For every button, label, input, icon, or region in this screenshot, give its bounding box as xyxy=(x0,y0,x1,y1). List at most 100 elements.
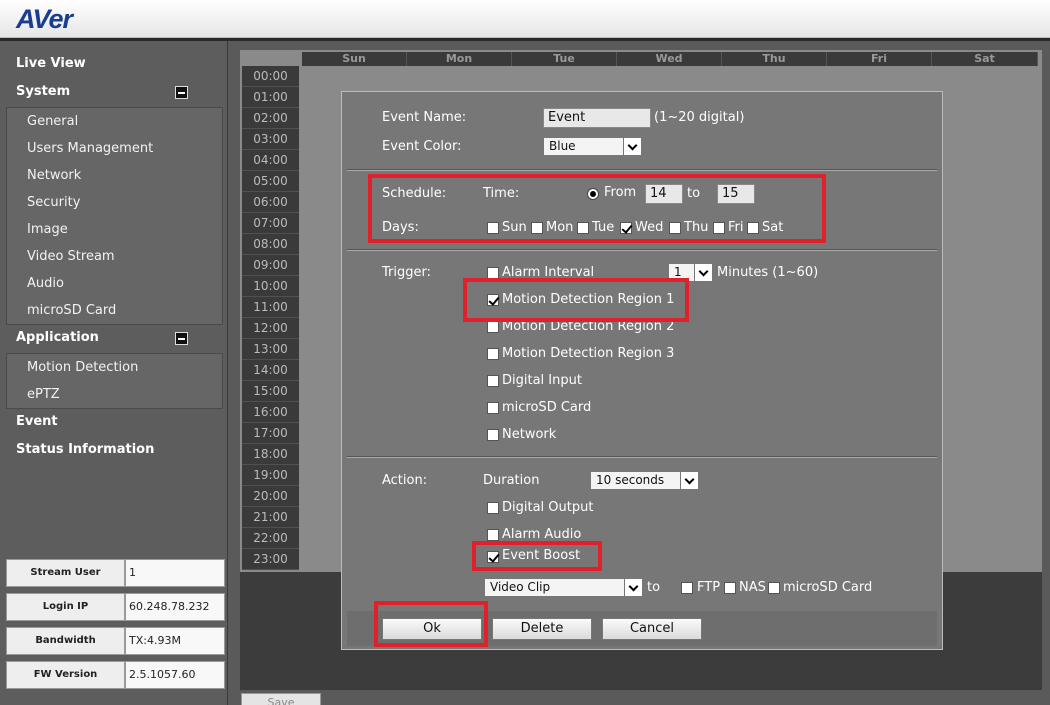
collapse-application-icon[interactable] xyxy=(175,332,188,345)
day-wed-checkbox[interactable] xyxy=(620,222,632,234)
day-tue-checkbox[interactable] xyxy=(577,222,589,234)
header-bar: AVer xyxy=(0,0,1050,38)
info-value: 2.5.1057.60 xyxy=(125,661,225,689)
save-button[interactable]: Save xyxy=(241,693,321,705)
info-value: 60.248.78.232 xyxy=(125,593,225,621)
time-label: Time: xyxy=(483,186,520,201)
info-value: 1 xyxy=(125,559,225,587)
day-fri-checkbox[interactable] xyxy=(713,222,725,234)
dest-ftp-checkbox[interactable] xyxy=(681,582,693,594)
from-hour-input[interactable]: 14 xyxy=(645,184,683,204)
nav-general[interactable]: General xyxy=(7,108,222,135)
hour-label: 14:00 xyxy=(242,360,299,381)
trigger-label: Trigger: xyxy=(382,265,431,280)
hour-label: 19:00 xyxy=(242,465,299,486)
divider xyxy=(347,169,937,171)
day-sun-checkbox[interactable] xyxy=(487,222,499,234)
event-color-select[interactable]: Blue xyxy=(543,137,642,156)
system-submenu: General Users Management Network Securit… xyxy=(6,107,223,325)
hour-label: 03:00 xyxy=(242,129,299,150)
alarm-interval-select[interactable]: 1 xyxy=(668,263,713,282)
day-header: Thu xyxy=(722,52,827,66)
nav-live-view[interactable]: Live View xyxy=(16,56,86,71)
alarm-interval-checkbox[interactable] xyxy=(487,267,499,279)
hour-label: 07:00 xyxy=(242,213,299,234)
ok-button[interactable]: Ok xyxy=(382,618,482,640)
from-radio[interactable] xyxy=(587,188,599,200)
info-row-login-ip: Login IP 60.248.78.232 xyxy=(4,591,226,623)
nav-system[interactable]: System xyxy=(16,84,70,99)
clip-type-select[interactable]: Video Clip xyxy=(484,578,643,597)
trigger-motion-region-1-checkbox[interactable] xyxy=(487,294,499,306)
from-label: From xyxy=(604,185,637,200)
nav-security[interactable]: Security xyxy=(7,189,222,216)
event-name-hint: (1~20 digital) xyxy=(654,110,745,125)
hour-label: 22:00 xyxy=(242,528,299,549)
hour-label: 11:00 xyxy=(242,297,299,318)
schedule-label: Schedule: xyxy=(382,186,447,201)
collapse-system-icon[interactable] xyxy=(175,86,188,99)
day-label: Thu xyxy=(684,220,709,235)
nav-video-stream[interactable]: Video Stream xyxy=(7,243,222,270)
delete-button[interactable]: Delete xyxy=(492,618,592,640)
day-mon-checkbox[interactable] xyxy=(531,222,543,234)
action-digital-output-checkbox[interactable] xyxy=(487,502,499,514)
info-row-fw-version: FW Version 2.5.1057.60 xyxy=(4,659,226,691)
hour-label: 04:00 xyxy=(242,150,299,171)
day-header: Tue xyxy=(512,52,617,66)
trigger-label-text: microSD Card xyxy=(502,400,592,415)
chevron-down-icon xyxy=(694,264,712,281)
to-hour-input[interactable]: 15 xyxy=(717,184,755,204)
nav-microsd-card[interactable]: microSD Card xyxy=(7,297,222,324)
divider xyxy=(347,249,937,251)
nav-audio[interactable]: Audio xyxy=(7,270,222,297)
nav-application[interactable]: Application xyxy=(16,330,99,345)
alarm-interval-value: 1 xyxy=(674,265,682,279)
duration-select[interactable]: 10 seconds xyxy=(590,471,699,490)
hour-label: 02:00 xyxy=(242,108,299,129)
hour-label: 08:00 xyxy=(242,234,299,255)
day-label: Wed xyxy=(635,220,664,235)
aver-logo: AVer xyxy=(16,4,73,34)
nav-status-information[interactable]: Status Information xyxy=(16,442,154,457)
nav-image[interactable]: Image xyxy=(7,216,222,243)
day-label: Sun xyxy=(502,220,527,235)
hour-label: 13:00 xyxy=(242,339,299,360)
dest-microsd-card-checkbox[interactable] xyxy=(768,582,780,594)
hour-label: 23:00 xyxy=(242,549,299,570)
day-thu-checkbox[interactable] xyxy=(669,222,681,234)
dest-nas-checkbox[interactable] xyxy=(724,582,736,594)
hour-label: 17:00 xyxy=(242,423,299,444)
action-event-boost-checkbox[interactable] xyxy=(487,551,499,563)
nav-network[interactable]: Network xyxy=(7,162,222,189)
cancel-button[interactable]: Cancel xyxy=(602,618,702,640)
nav-users-management[interactable]: Users Management xyxy=(7,135,222,162)
trigger-network-checkbox[interactable] xyxy=(487,429,499,441)
trigger-label-text: Motion Detection Region 2 xyxy=(502,319,675,334)
day-label: Sat xyxy=(762,220,784,235)
action-label-text: Alarm Audio xyxy=(502,527,582,542)
nav-event[interactable]: Event xyxy=(16,414,58,429)
clip-type-value: Video Clip xyxy=(490,580,551,594)
to-label: to xyxy=(687,186,701,201)
trigger-motion-region-2-checkbox[interactable] xyxy=(487,321,499,333)
nav-motion-detection[interactable]: Motion Detection xyxy=(7,354,222,381)
clip-to-label: to xyxy=(647,580,661,595)
divider xyxy=(347,456,937,458)
day-header: Fri xyxy=(827,52,932,66)
trigger-microsd-card-checkbox[interactable] xyxy=(487,402,499,414)
info-label: Bandwidth xyxy=(6,627,125,655)
dest-label: NAS xyxy=(739,580,766,595)
nav-eptz[interactable]: ePTZ xyxy=(7,381,222,408)
trigger-label-text: Motion Detection Region 1 xyxy=(502,292,675,307)
action-alarm-audio-checkbox[interactable] xyxy=(487,529,499,541)
event-name-input[interactable]: Event xyxy=(543,108,651,128)
day-sat-checkbox[interactable] xyxy=(747,222,759,234)
info-row-bandwidth: Bandwidth TX:4.93M xyxy=(4,625,226,657)
hour-label: 20:00 xyxy=(242,486,299,507)
info-value: TX:4.93M xyxy=(125,627,225,655)
trigger-digital-input-checkbox[interactable] xyxy=(487,375,499,387)
chevron-down-icon xyxy=(623,138,641,155)
hour-label: 16:00 xyxy=(242,402,299,423)
trigger-motion-region-3-checkbox[interactable] xyxy=(487,348,499,360)
